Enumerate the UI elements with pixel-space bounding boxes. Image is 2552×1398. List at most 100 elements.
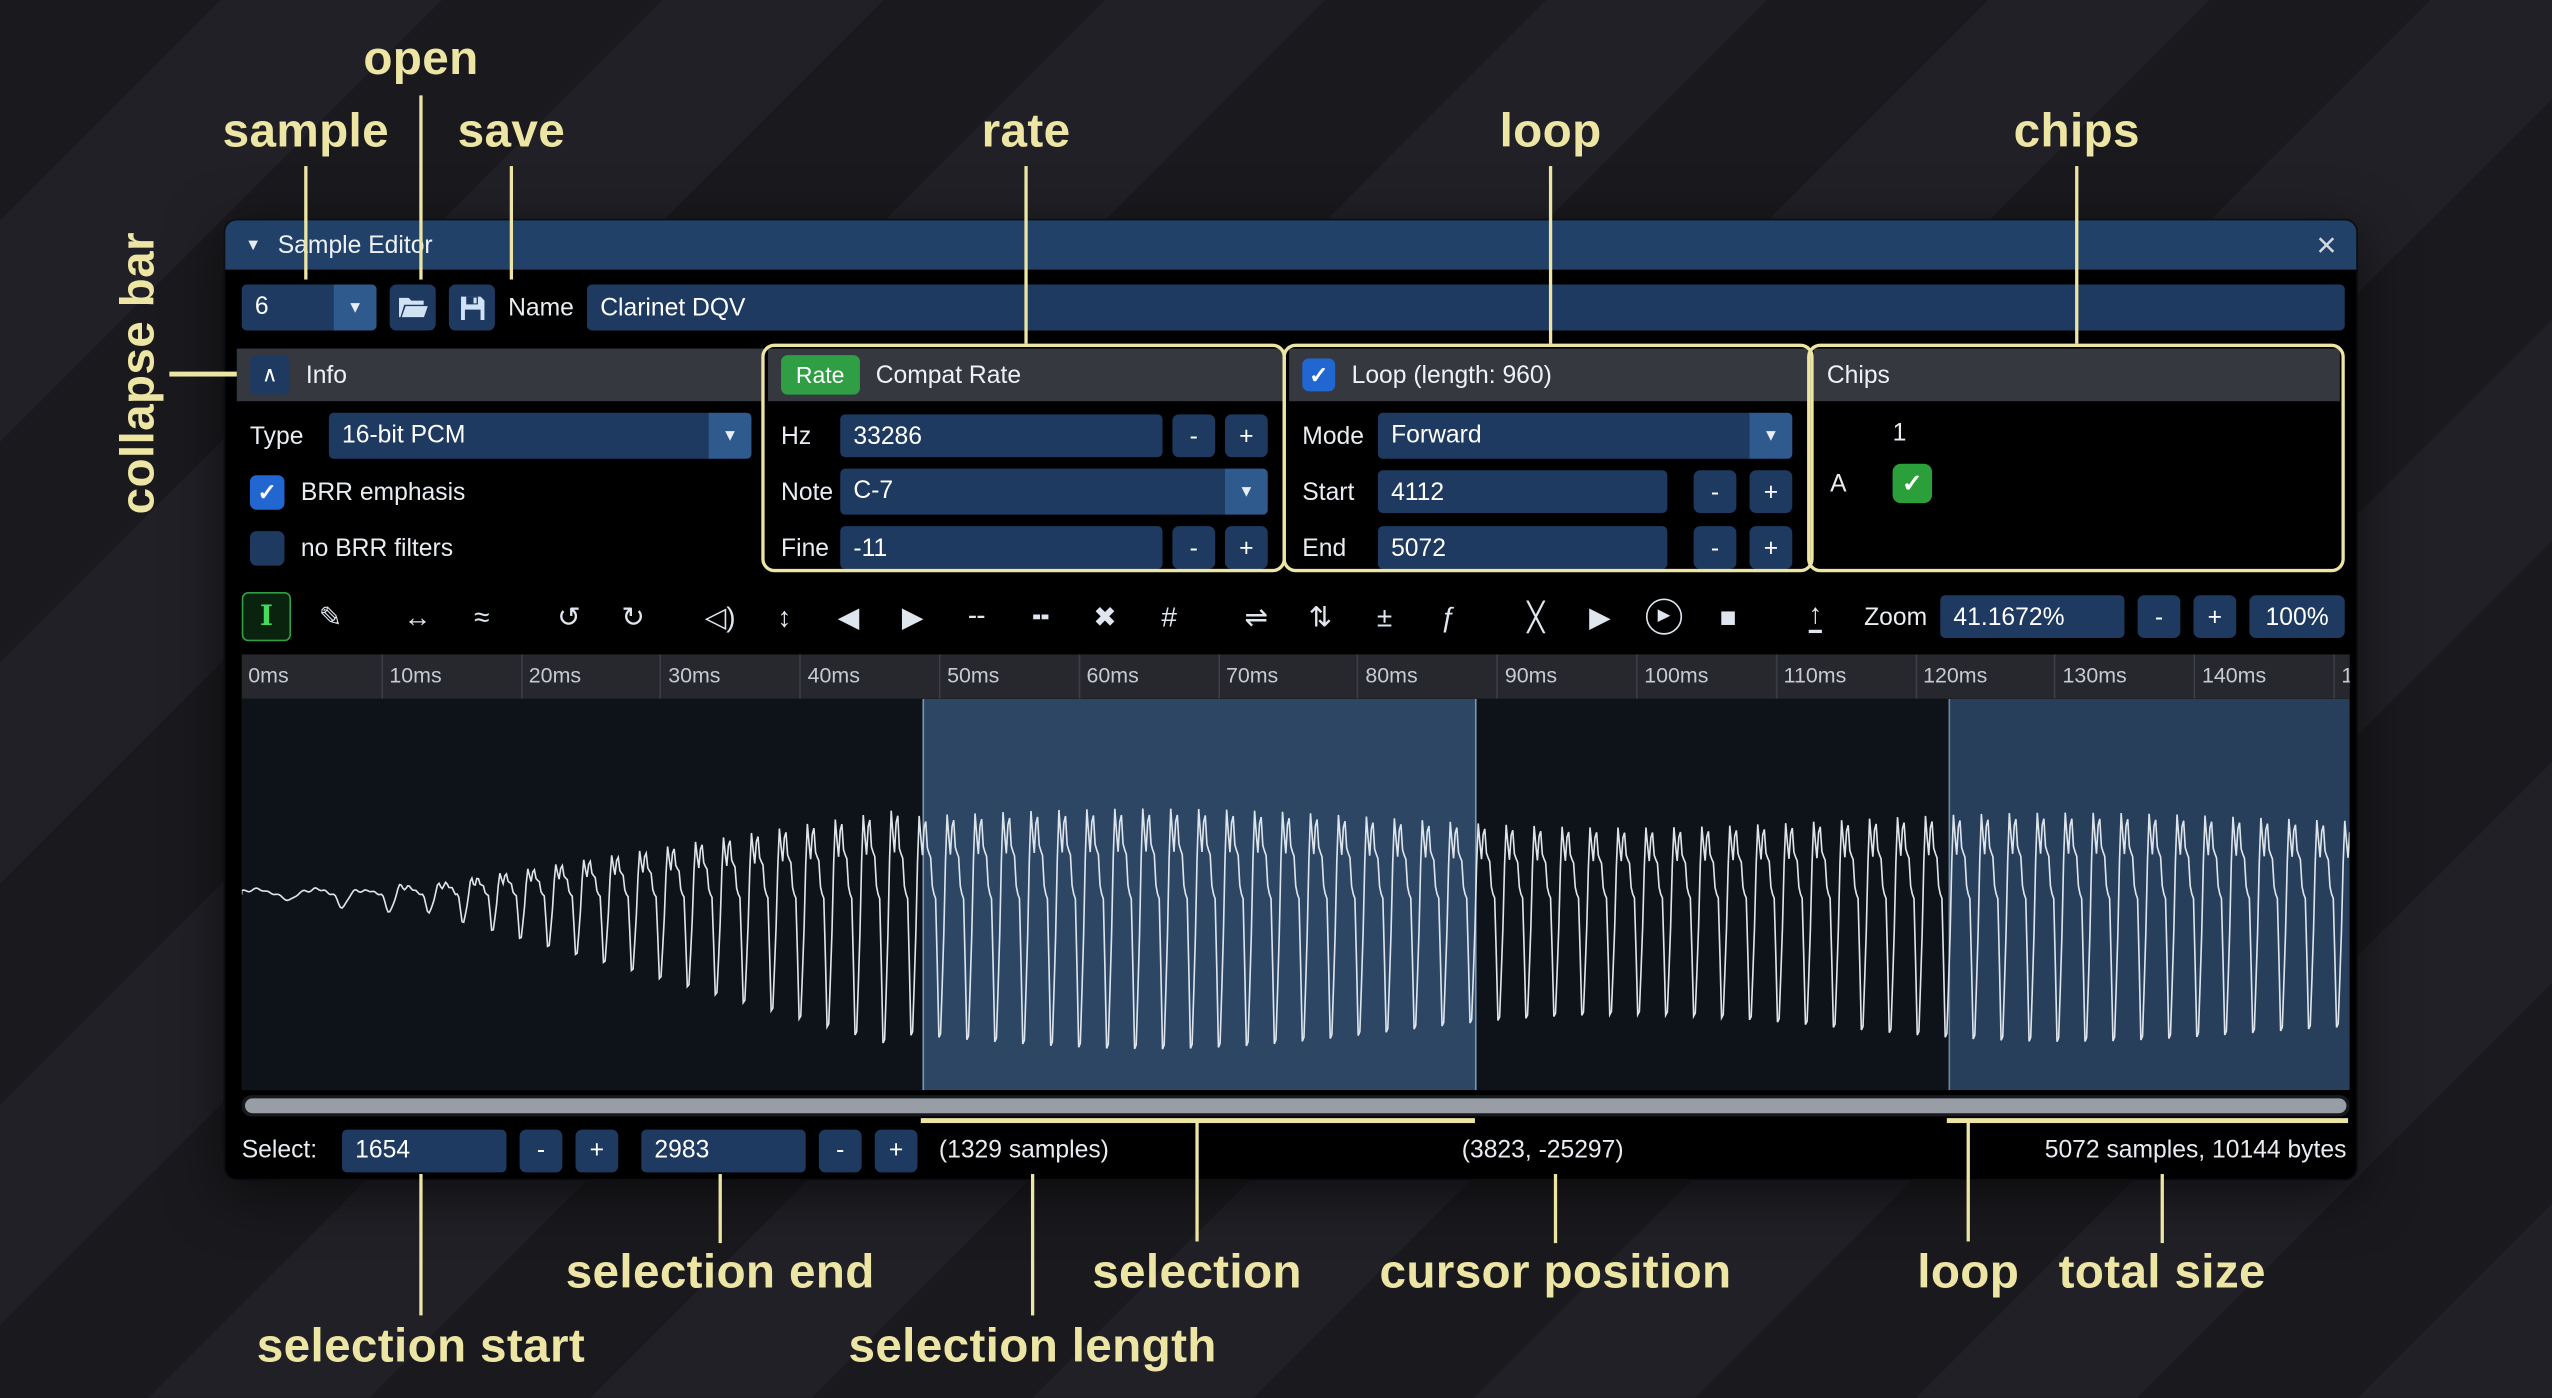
annotation-line-selection-end bbox=[718, 1174, 722, 1243]
minus-icon: - bbox=[1190, 422, 1198, 450]
preview-button[interactable]: ▶ bbox=[1575, 592, 1624, 641]
annotation-line-open bbox=[418, 95, 422, 279]
filter-button[interactable]: ƒ bbox=[1424, 592, 1473, 641]
invert-icon: ⇅ bbox=[1309, 603, 1332, 631]
crossfade-icon: ╳ bbox=[1527, 603, 1544, 631]
window-collapse-triangle-icon[interactable]: ▼ bbox=[245, 236, 261, 254]
selection-start-increase-button[interactable]: + bbox=[576, 1129, 619, 1172]
annotation-line-rate bbox=[1024, 166, 1028, 344]
selection-start-value: 1654 bbox=[355, 1136, 410, 1164]
annotation-loop-bottom: loop bbox=[1917, 1246, 2019, 1300]
invert-button[interactable]: ⇅ bbox=[1296, 592, 1345, 641]
undo-button[interactable]: ↺ bbox=[544, 592, 593, 641]
minus-icon: - bbox=[2155, 603, 2163, 631]
sign-exchange-icon: ± bbox=[1377, 603, 1392, 631]
annotation-line-loop-bottom bbox=[1966, 1121, 1970, 1241]
selection-end-input[interactable]: 2983 bbox=[641, 1129, 805, 1172]
amplify-button[interactable]: ◁) bbox=[696, 592, 745, 641]
loop-start-increase-button[interactable]: + bbox=[1750, 470, 1793, 513]
zoom-decrease-button[interactable]: - bbox=[2138, 595, 2181, 638]
hz-increase-button[interactable]: + bbox=[1225, 414, 1268, 457]
annotation-selection-start: selection start bbox=[257, 1320, 585, 1374]
loop-mode-dropdown[interactable]: Forward ▼ bbox=[1378, 413, 1792, 459]
open-button[interactable] bbox=[390, 284, 436, 330]
check-icon: ✓ bbox=[1309, 361, 1328, 389]
preview-note-button[interactable]: ▶ bbox=[1639, 592, 1688, 641]
reverse-button[interactable]: ⇌ bbox=[1232, 592, 1281, 641]
annotation-loop: loop bbox=[1500, 105, 1602, 159]
upload-button[interactable]: ↑ bbox=[1791, 592, 1840, 641]
sample-dropdown-arrow-icon[interactable]: ▼ bbox=[334, 284, 377, 330]
collapse-bar-button[interactable]: ∧ bbox=[250, 355, 289, 394]
draw-button[interactable]: ✎ bbox=[306, 592, 355, 641]
total-size-text: 5072 samples, 10144 bytes bbox=[2045, 1135, 2347, 1163]
fade-out-button[interactable]: ▶ bbox=[888, 592, 937, 641]
info-section: ∧ Info Type 16-bit PCM ▼ ✓ bbox=[237, 349, 765, 573]
rate-badge[interactable]: Rate bbox=[781, 355, 859, 394]
loop-end-label: End bbox=[1302, 534, 1378, 562]
redo-button[interactable]: ↻ bbox=[608, 592, 657, 641]
annotation-bracket-loop bbox=[1947, 1118, 2348, 1122]
select-button[interactable]: I bbox=[242, 592, 291, 641]
ruler-tick: 0ms bbox=[242, 654, 381, 698]
fine-input[interactable]: -11 bbox=[840, 526, 1162, 569]
resample-button[interactable]: ≈ bbox=[457, 592, 506, 641]
sign-exchange-button[interactable]: ± bbox=[1360, 592, 1409, 641]
annotation-open: open bbox=[363, 33, 478, 87]
selection-end-decrease-button[interactable]: - bbox=[819, 1129, 862, 1172]
loop-end-decrease-button[interactable]: - bbox=[1694, 526, 1737, 569]
normalize-button[interactable]: ↕ bbox=[760, 592, 809, 641]
waveform-scrollbar[interactable] bbox=[242, 1095, 2350, 1116]
ruler-tick: 140ms bbox=[2194, 654, 2333, 698]
waveform-view[interactable] bbox=[242, 699, 2350, 1090]
fine-decrease-button[interactable]: - bbox=[1172, 526, 1215, 569]
close-icon[interactable]: × bbox=[2316, 228, 2336, 263]
loop-end-input[interactable]: 5072 bbox=[1378, 526, 1667, 569]
note-dropdown[interactable]: C-7 ▼ bbox=[840, 469, 1268, 515]
ruler-tick: 120ms bbox=[1915, 654, 2054, 698]
selection-start-input[interactable]: 1654 bbox=[342, 1129, 506, 1172]
sample-type-dropdown[interactable]: 16-bit PCM ▼ bbox=[329, 413, 752, 459]
sample-selector[interactable]: 6 ▼ bbox=[242, 284, 377, 330]
hz-input[interactable]: 33286 bbox=[840, 414, 1162, 457]
selection-start-decrease-button[interactable]: - bbox=[520, 1129, 563, 1172]
scrollbar-thumb[interactable] bbox=[245, 1098, 2346, 1113]
sample-editor-window: ▼ Sample Editor × 6 ▼ bbox=[224, 219, 2358, 1181]
selection-end-increase-button[interactable]: + bbox=[875, 1129, 918, 1172]
stop-button[interactable]: ■ bbox=[1703, 592, 1752, 641]
chip-enable-checkbox[interactable]: ✓ bbox=[1893, 464, 1932, 503]
fine-increase-button[interactable]: + bbox=[1225, 526, 1268, 569]
loop-title: Loop (length: 960) bbox=[1352, 361, 1552, 389]
annotation-line-selection-length bbox=[1030, 1174, 1034, 1315]
save-button[interactable] bbox=[449, 284, 495, 330]
hz-decrease-button[interactable]: - bbox=[1172, 414, 1215, 457]
name-input[interactable]: Clarinet DQV bbox=[587, 284, 2345, 330]
loop-checkbox[interactable]: ✓ bbox=[1302, 358, 1335, 391]
zoom-input[interactable]: 41.1672% bbox=[1940, 595, 2124, 638]
loop-end-increase-button[interactable]: + bbox=[1750, 526, 1793, 569]
annotation-line-selection bbox=[1195, 1121, 1199, 1241]
titlebar[interactable]: ▼ Sample Editor × bbox=[225, 220, 2356, 269]
zoom-reset-button[interactable]: 100% bbox=[2249, 595, 2344, 638]
fine-value: -11 bbox=[853, 534, 887, 562]
insert-silence-button[interactable]: ╌ bbox=[952, 592, 1001, 641]
zoom-increase-button[interactable]: + bbox=[2193, 595, 2236, 638]
brr-emphasis-checkbox[interactable]: ✓ bbox=[250, 474, 285, 509]
trim-button[interactable]: # bbox=[1144, 592, 1193, 641]
loop-start-decrease-button[interactable]: - bbox=[1694, 470, 1737, 513]
hz-label: Hz bbox=[781, 422, 840, 450]
ruler-tick: 20ms bbox=[521, 654, 660, 698]
time-ruler[interactable]: 0ms10ms20ms30ms40ms50ms60ms70ms80ms90ms1… bbox=[242, 654, 2350, 698]
no-brr-filters-checkbox[interactable] bbox=[250, 530, 285, 565]
ruler-tick: 10ms bbox=[381, 654, 520, 698]
delete-button[interactable]: ✖ bbox=[1080, 592, 1129, 641]
crossfade-button[interactable]: ╳ bbox=[1511, 592, 1560, 641]
reverse-icon: ⇌ bbox=[1245, 603, 1268, 631]
minus-icon: - bbox=[836, 1136, 844, 1164]
resize-button[interactable]: ↔ bbox=[393, 592, 442, 641]
apply-silence-button[interactable]: ╍ bbox=[1016, 592, 1065, 641]
stop-icon: ■ bbox=[1720, 603, 1737, 631]
ruler-tick: 100ms bbox=[1636, 654, 1775, 698]
loop-start-input[interactable]: 4112 bbox=[1378, 470, 1667, 513]
fade-in-button[interactable]: ◀ bbox=[824, 592, 873, 641]
